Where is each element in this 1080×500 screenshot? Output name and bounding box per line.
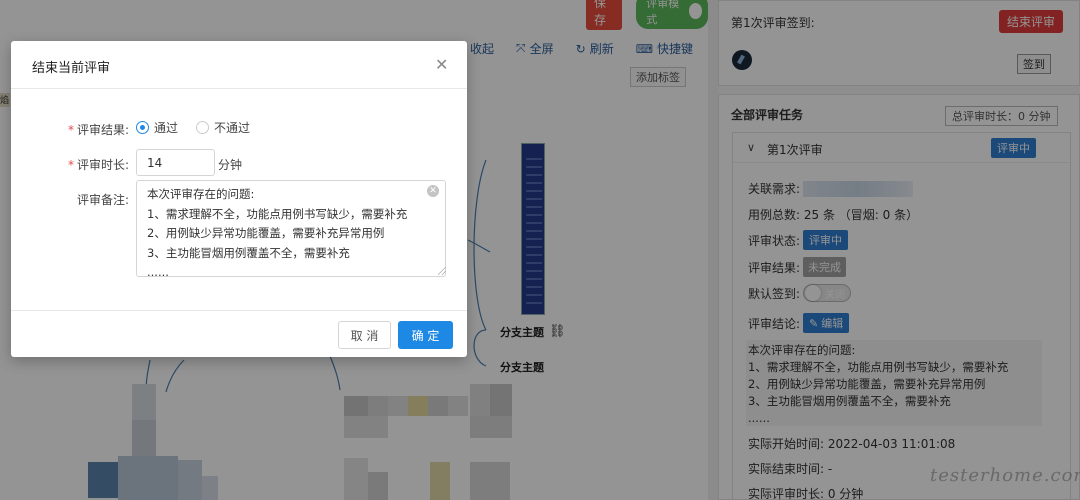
duration-input[interactable]	[136, 149, 215, 176]
duration-label: 评审时长:	[76, 158, 129, 172]
radio-dot[interactable]	[136, 121, 149, 134]
dialog-footer: 取 消 确 定	[11, 310, 467, 357]
resize-grip[interactable]	[438, 267, 446, 275]
remark-textarea[interactable]: 本次评审存在的问题: 1、需求理解不全，功能点用例书写缺少，需要补充 2、用例缺…	[136, 180, 446, 277]
radio-fail-label: 不通过	[214, 121, 251, 135]
result-radio-group: 通过 不通过	[136, 119, 250, 136]
radio-fail[interactable]: 不通过	[196, 119, 250, 136]
end-review-dialog: 结束当前评审 ✕ *评审结果: 通过 不通过 *评审时长: 分钟 评审备注: 本…	[11, 41, 467, 357]
radio-dot[interactable]	[196, 121, 210, 134]
close-icon[interactable]: ✕	[435, 55, 448, 74]
required-mark: *	[67, 158, 74, 172]
remark-label: 评审备注:	[76, 193, 129, 207]
clear-icon[interactable]: ✕	[427, 185, 439, 197]
cancel-button[interactable]: 取 消	[338, 321, 391, 349]
radio-pass[interactable]: 通过	[136, 119, 178, 136]
result-label: 评审结果:	[76, 123, 129, 137]
radio-pass-label: 通过	[154, 121, 179, 135]
dialog-title: 结束当前评审	[32, 61, 111, 76]
result-label-wrap: * 评审结果:	[59, 121, 129, 138]
required-mark: *	[67, 123, 74, 137]
dialog-header: 结束当前评审 ✕	[11, 41, 467, 89]
confirm-button[interactable]: 确 定	[398, 321, 453, 349]
duration-label-wrap: * 评审时长:	[59, 156, 129, 173]
duration-unit: 分钟	[218, 158, 243, 172]
